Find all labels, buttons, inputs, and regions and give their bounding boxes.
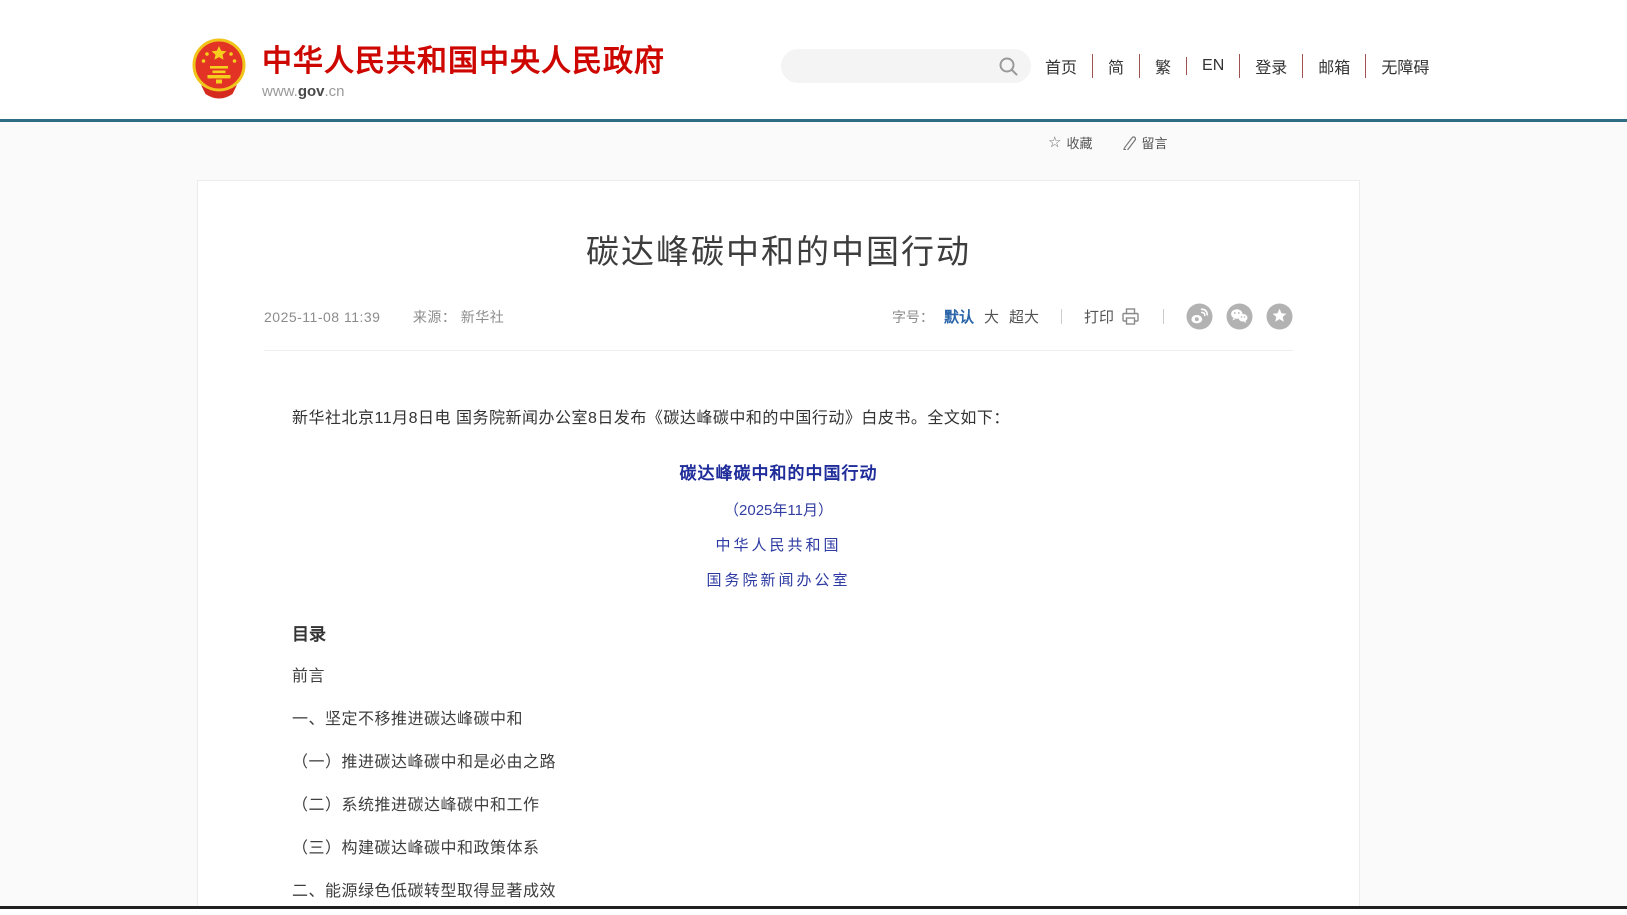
share-icons [1186, 303, 1293, 330]
page-actions: ☆ 收藏 留言 [1048, 133, 1167, 152]
search-input[interactable] [781, 49, 998, 83]
font-size-option[interactable]: 大 [984, 306, 999, 327]
print-button[interactable]: 打印 [1084, 306, 1141, 327]
article-date: 2025-11-08 11:39 [264, 309, 380, 325]
divider [1163, 309, 1164, 324]
nav-item[interactable]: 首页 [1045, 54, 1077, 78]
document-title: 碳达峰碳中和的中国行动 [292, 459, 1265, 484]
font-size-option[interactable]: 超大 [1009, 306, 1039, 327]
article-meta-row: 2025-11-08 11:39 来源： 新华社 字号： 默认大超大 打印 [264, 303, 1293, 351]
article-source: 新华社 [461, 309, 505, 325]
message-label: 留言 [1141, 133, 1167, 152]
article-card: 碳达峰碳中和的中国行动 2025-11-08 11:39 来源： 新华社 字号：… [197, 180, 1360, 915]
site-title: 中华人民共和国中央人民政府 [262, 36, 665, 80]
qzone-star-icon[interactable] [1266, 303, 1293, 330]
nav-item[interactable]: 简 [1092, 54, 1124, 78]
source-label: 来源： [413, 309, 457, 325]
url-gov: gov [298, 83, 325, 100]
weibo-icon[interactable] [1186, 303, 1213, 330]
toc-item: 二、能源绿色低碳转型取得显著成效 [292, 881, 1265, 903]
url-cn: .cn [325, 83, 345, 100]
divider [1061, 309, 1062, 324]
top-nav: 首页简繁 EN 登录邮箱无障碍 [1045, 54, 1429, 78]
printer-icon [1120, 307, 1141, 326]
nav-item[interactable]: 繁 [1139, 54, 1171, 78]
page: 中华人民共和国中央人民政府 www.gov.cn 首页简繁 EN 登录邮箱无障碍 ☆… [0, 0, 1627, 915]
national-emblem-logo [190, 37, 248, 99]
toc-item: （三）构建碳达峰碳中和政策体系 [292, 838, 1265, 860]
footer-strip [0, 909, 1627, 915]
font-size-label: 字号： [892, 307, 934, 327]
toc-item: 前言 [292, 666, 1265, 688]
site-header: 中华人民共和国中央人民政府 www.gov.cn 首页简繁 EN 登录邮箱无障碍 [0, 0, 1627, 122]
toc-title: 目录 [292, 620, 1265, 645]
search-icon[interactable] [998, 56, 1019, 77]
site-url: www.gov.cn [262, 83, 665, 100]
message-button[interactable]: 留言 [1122, 133, 1167, 152]
url-www: www. [262, 83, 298, 100]
star-outline-icon: ☆ [1048, 135, 1061, 150]
search-box [781, 49, 1031, 83]
wechat-icon[interactable] [1226, 303, 1253, 330]
nav-item[interactable]: 无障碍 [1365, 54, 1429, 78]
page-background: ☆ 收藏 留言 碳达峰碳中和的中国行动 2025-11-08 11:39 来源：… [0, 122, 1627, 915]
document-org-line1: 中华人民共和国 [292, 534, 1265, 555]
nav-item[interactable]: EN [1186, 57, 1224, 75]
favorite-label: 收藏 [1066, 133, 1092, 152]
document-date: （2025年11月） [292, 499, 1265, 520]
article-title: 碳达峰碳中和的中国行动 [198, 225, 1359, 273]
font-size-option[interactable]: 默认 [944, 306, 974, 327]
nav-item[interactable]: 登录 [1239, 54, 1287, 78]
favorite-button[interactable]: ☆ 收藏 [1048, 133, 1092, 152]
lead-paragraph: 新华社北京11月8日电 国务院新闻办公室8日发布《碳达峰碳中和的中国行动》白皮书… [292, 407, 1265, 431]
toc-list: 前言一、坚定不移推进碳达峰碳中和 （一）推进碳达峰碳中和是必由之路 （二）系统推进碳… [292, 666, 1265, 915]
nav-item[interactable]: 邮箱 [1302, 54, 1350, 78]
document-org-line2: 国务院新闻办公室 [292, 569, 1265, 590]
print-label: 打印 [1084, 306, 1114, 327]
article-meta-left: 2025-11-08 11:39 来源： 新华社 [264, 307, 504, 327]
brand-text: 中华人民共和国中央人民政府 www.gov.cn [262, 36, 665, 100]
pen-icon [1122, 135, 1136, 150]
toc-item: 一、坚定不移推进碳达峰碳中和 [292, 709, 1265, 731]
font-size-options: 默认大超大 [934, 306, 1039, 327]
toc-item: （一）推进碳达峰碳中和是必由之路 [292, 752, 1265, 774]
article-body: 新华社北京11月8日电 国务院新闻办公室8日发布《碳达峰碳中和的中国行动》白皮书… [198, 407, 1359, 915]
site-brand[interactable]: 中华人民共和国中央人民政府 www.gov.cn [190, 36, 665, 100]
article-meta-right: 字号： 默认大超大 打印 [892, 303, 1293, 330]
toc-item: （二）系统推进碳达峰碳中和工作 [292, 795, 1265, 817]
